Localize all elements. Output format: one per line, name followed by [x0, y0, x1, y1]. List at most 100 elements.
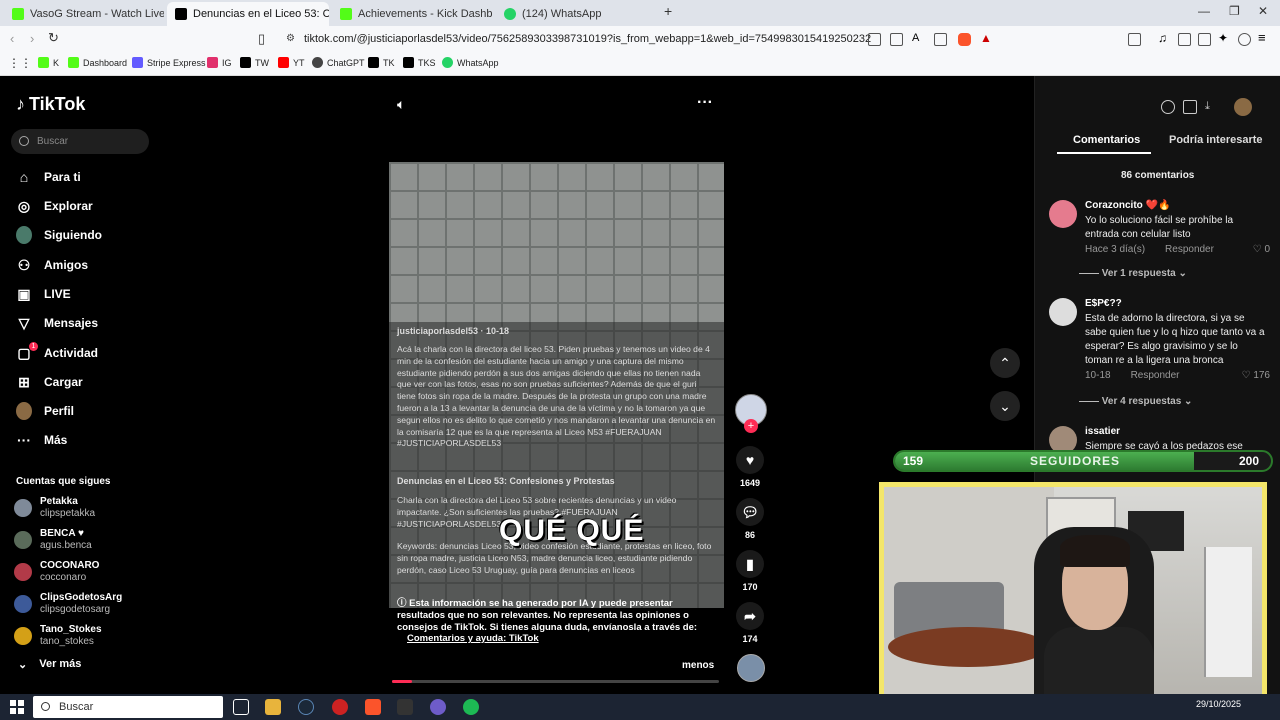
forward-icon[interactable]: ›: [30, 31, 34, 46]
volume-icon[interactable]: 🔈︎: [397, 96, 405, 113]
tiktok-logo[interactable]: ♪ TikTok: [16, 94, 85, 115]
music-disc-avatar[interactable]: [737, 654, 765, 682]
prev-video-button[interactable]: ⌃: [990, 348, 1020, 378]
obs-icon[interactable]: [332, 699, 348, 715]
bookmark-icon[interactable]: ▯: [258, 31, 265, 47]
bookmark-stripe[interactable]: Stripe Express: [132, 57, 206, 68]
like-button[interactable]: ♥ 1649: [734, 446, 766, 488]
following-account-2[interactable]: COCONARO cocconaro: [14, 560, 99, 584]
bookmark-tks[interactable]: TKS: [403, 57, 436, 68]
nav-siguiendo[interactable]: Siguiendo: [16, 224, 102, 246]
profile-avatar[interactable]: [1234, 98, 1252, 116]
following-account-3[interactable]: ClipsGodetosArg clipsgodetosarg: [14, 592, 122, 616]
webcam-overlay: [879, 482, 1267, 706]
comment-like[interactable]: ♡ 176: [1242, 370, 1270, 381]
reload-icon[interactable]: ↻: [48, 30, 59, 46]
nav-live[interactable]: ▣ LIVE: [16, 283, 70, 305]
bookmark-dashboard[interactable]: Dashboard: [68, 57, 127, 68]
sidebar-icon[interactable]: [1128, 33, 1141, 46]
browser-tab-2[interactable]: Achievements - Kick Dashboard: [332, 2, 492, 26]
download-icon[interactable]: ⤓: [1205, 100, 1219, 114]
nav-cargar[interactable]: ⊞ Cargar: [16, 371, 83, 393]
tab-comentarios[interactable]: Comentarios: [1073, 134, 1140, 146]
bookmark-tw[interactable]: TW: [240, 57, 269, 68]
steam-icon[interactable]: [298, 699, 314, 715]
bookmark-chatgpt[interactable]: ChatGPT: [312, 57, 365, 68]
screen-icon[interactable]: [890, 33, 903, 46]
save-button[interactable]: ▮ 170: [734, 550, 766, 592]
video-player[interactable]: justiciaporlasdel53 · 10-18 Acá la charl…: [389, 162, 724, 608]
browser-tab-0[interactable]: VasoG Stream - Watch Live on Ki: [4, 2, 164, 26]
ai-help-link[interactable]: Comentarios y ayuda: TikTok: [407, 633, 539, 644]
wallet-icon[interactable]: [1198, 33, 1211, 46]
following-account-1[interactable]: BENCA ♥ agus.benca: [14, 528, 92, 552]
comment-button[interactable]: 💬︎ 86: [734, 498, 766, 540]
music-icon[interactable]: ♫: [1158, 31, 1171, 45]
youtube-icon: [278, 57, 289, 68]
bookmark-whatsapp[interactable]: WhatsApp: [442, 57, 499, 68]
nav-mensajes[interactable]: ▽ Mensajes: [16, 312, 98, 334]
more-options-icon[interactable]: ···: [697, 94, 713, 112]
new-tab-button[interactable]: +: [664, 3, 672, 19]
explore-icon[interactable]: [1161, 100, 1175, 114]
apps-icon[interactable]: ⋮⋮: [8, 56, 32, 70]
restore-icon[interactable]: ❐: [1229, 4, 1240, 18]
search-input[interactable]: Buscar: [11, 129, 149, 154]
comment-user[interactable]: issatier: [1085, 426, 1120, 437]
panel-icon[interactable]: [1178, 33, 1191, 46]
windows-start-icon[interactable]: [10, 700, 24, 714]
menu-icon[interactable]: ≡: [1258, 30, 1271, 45]
follow-plus-icon[interactable]: +: [744, 419, 758, 433]
rewards-icon[interactable]: ▲: [980, 31, 993, 45]
nav-amigos[interactable]: ⚇ Amigos: [16, 254, 88, 276]
close-window-icon[interactable]: ✕: [1258, 4, 1268, 18]
comment-user[interactable]: Corazoncito ❤️🔥: [1085, 200, 1170, 211]
following-account-4[interactable]: Tano_Stokes tano_stokes: [14, 624, 102, 648]
tab-podria-interesarte[interactable]: Podría interesarte: [1169, 134, 1263, 146]
bookmark-yt[interactable]: YT: [278, 57, 305, 68]
back-icon[interactable]: ‹: [10, 31, 14, 46]
vpn-icon[interactable]: [1238, 33, 1251, 46]
comment-user[interactable]: E$P€??: [1085, 298, 1122, 309]
menos-button[interactable]: menos: [682, 660, 714, 671]
video-progress-bar[interactable]: [392, 680, 719, 683]
nav-para-ti[interactable]: ⌂ Para ti: [16, 166, 81, 188]
address-bar-row: ‹ › ↻ ▯ tiktok.com/@justiciaporlasdel53/…: [0, 26, 1280, 53]
comment-like[interactable]: ♡ 0: [1253, 244, 1270, 255]
bookmark-ig[interactable]: IG: [207, 57, 232, 68]
avatar[interactable]: [1049, 200, 1077, 228]
share-button[interactable]: ➦ 174: [734, 602, 766, 644]
ver-mas-button[interactable]: ⌄ Ver más: [18, 658, 81, 671]
reply-button[interactable]: Responder: [1131, 370, 1180, 381]
reply-button[interactable]: Responder: [1165, 244, 1214, 255]
nav-mas[interactable]: ··· Más: [16, 429, 67, 451]
kick-icon: [12, 8, 24, 20]
minimize-icon[interactable]: —: [1198, 4, 1210, 18]
share-icon[interactable]: [934, 33, 947, 46]
ai-icon[interactable]: ✦: [1218, 31, 1231, 45]
task-view-icon[interactable]: [233, 699, 249, 715]
bookmark-tk[interactable]: TK: [368, 57, 395, 68]
no-video-icon[interactable]: [868, 33, 881, 46]
device-icon[interactable]: [1183, 100, 1197, 114]
brave-shield-icon[interactable]: [958, 33, 971, 46]
view-replies[interactable]: —— Ver 1 respuesta ⌄: [1079, 268, 1187, 279]
nav-explorar[interactable]: ◎ Explorar: [16, 195, 93, 217]
epic-games-icon[interactable]: [397, 699, 413, 715]
file-explorer-icon[interactable]: [265, 699, 281, 715]
site-info-icon[interactable]: ⚙: [286, 33, 295, 44]
browser-tab-3[interactable]: (124) WhatsApp: [496, 2, 656, 26]
bookmark-k[interactable]: K: [38, 57, 59, 68]
nav-perfil[interactable]: Perfil: [16, 400, 74, 422]
browser-tab-1[interactable]: Denuncias en el Liceo 53: Co ✕: [167, 2, 329, 26]
following-account-0[interactable]: Petakka clipspetakka: [14, 496, 95, 520]
search-placeholder: Buscar: [37, 136, 69, 147]
avatar[interactable]: [1049, 298, 1077, 326]
translate-icon[interactable]: A: [912, 32, 925, 45]
discord-icon[interactable]: [430, 699, 446, 715]
spotify-icon[interactable]: [463, 699, 479, 715]
taskbar-search[interactable]: Buscar: [33, 696, 223, 718]
brave-icon[interactable]: [365, 699, 381, 715]
view-replies[interactable]: —— Ver 4 respuestas ⌄: [1079, 396, 1192, 407]
next-video-button[interactable]: ⌄: [990, 391, 1020, 421]
